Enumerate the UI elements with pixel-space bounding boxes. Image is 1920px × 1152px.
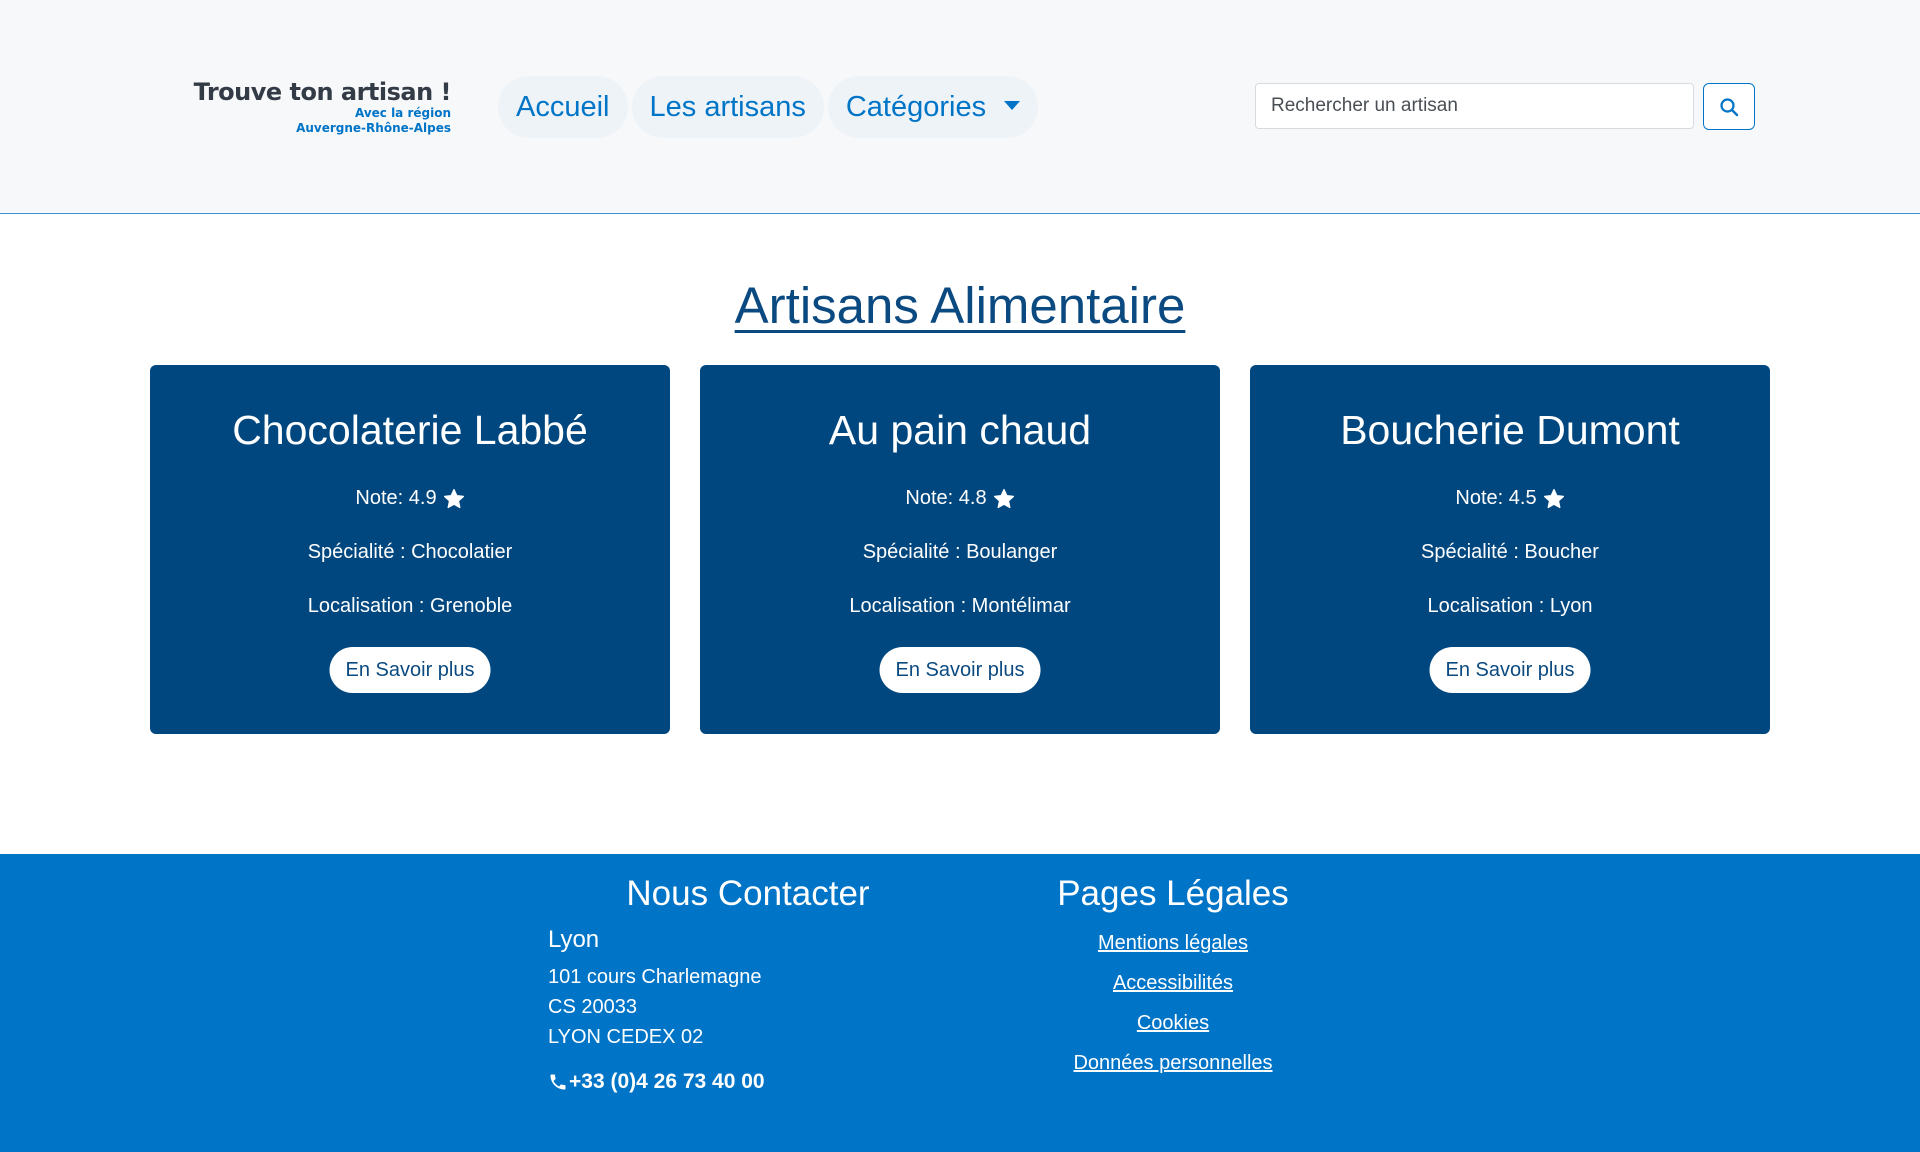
contact-address-line: 101 cours Charlemagne	[548, 966, 762, 988]
nav-item-accueil[interactable]: Accueil	[498, 76, 628, 138]
artisan-rating: Note: 4.8	[700, 487, 1220, 510]
site-header: Trouve ton artisan ! Avec la région Auve…	[0, 0, 1920, 214]
phone-icon	[550, 1074, 566, 1090]
contact-heading: Nous Contacter	[626, 874, 870, 913]
artisan-name: Boucherie Dumont	[1340, 407, 1680, 453]
link-cookies[interactable]: Cookies	[1073, 1012, 1273, 1035]
en-savoir-plus-button[interactable]: En Savoir plus	[1429, 647, 1591, 693]
contact-phone-number: +33 (0)4 26 73 40 00	[569, 1070, 765, 1093]
artisan-note: Note: 4.5	[1455, 487, 1537, 509]
contact-city: Lyon	[548, 926, 600, 953]
artisan-rating: Note: 4.5	[1250, 487, 1770, 510]
link-mentions-legales[interactable]: Mentions légales	[1073, 932, 1273, 955]
nav-item-categories-label: Catégories	[845, 90, 987, 123]
artisan-specialite: Spécialité : Boucher	[1421, 541, 1599, 563]
contact-address-line: LYON CEDEX 02	[548, 1026, 704, 1048]
link-accessibilites[interactable]: Accessibilités	[1073, 972, 1273, 995]
search-button[interactable]	[1703, 83, 1755, 130]
artisan-name: Chocolaterie Labbé	[232, 407, 588, 453]
main-nav: Accueil Les artisans Catégories	[498, 76, 1039, 138]
artisan-card: Boucherie Dumont Note: 4.5 Spécialité : …	[1250, 365, 1770, 734]
artisan-localisation: Localisation : Grenoble	[307, 595, 513, 617]
search-input[interactable]	[1255, 83, 1694, 129]
en-savoir-plus-button[interactable]: En Savoir plus	[329, 647, 491, 693]
logo-title: Trouve ton artisan !	[193, 78, 452, 106]
link-donnees-personnelles[interactable]: Données personnelles	[1073, 1052, 1273, 1075]
artisan-note: Note: 4.9	[355, 487, 437, 509]
artisan-name: Au pain chaud	[828, 407, 1092, 453]
logo-subtitle-line1: Avec la région	[354, 106, 451, 120]
contact-address-line: CS 20033	[548, 996, 637, 1018]
artisan-card: Au pain chaud Note: 4.8 Spécialité : Bou…	[700, 365, 1220, 734]
artisan-specialite: Spécialité : Boulanger	[862, 541, 1058, 563]
page-title: Artisans Alimentaire	[734, 277, 1186, 334]
search-icon	[1720, 97, 1739, 116]
artisan-card: Chocolaterie Labbé Note: 4.9 Spécialité …	[150, 365, 670, 734]
nav-item-categories[interactable]: Catégories	[827, 76, 1039, 138]
artisan-rating: Note: 4.9	[150, 487, 670, 510]
site-logo[interactable]: Trouve ton artisan ! Avec la région Auve…	[193, 78, 452, 136]
artisan-note: Note: 4.8	[905, 487, 987, 509]
star-icon	[1543, 488, 1564, 508]
legal-heading: Pages Légales	[1057, 874, 1289, 913]
logo-subtitle-line2: Auvergne-Rhône-Alpes	[296, 121, 451, 135]
caret-down-icon	[1004, 100, 1021, 110]
en-savoir-plus-button[interactable]: En Savoir plus	[879, 647, 1041, 693]
artisan-localisation: Localisation : Lyon	[1427, 595, 1593, 617]
contact-phone[interactable]: +33 (0)4 26 73 40 00	[548, 1070, 765, 1094]
nav-item-les-artisans[interactable]: Les artisans	[631, 76, 824, 138]
star-icon	[443, 488, 464, 508]
site-footer: Nous Contacter Lyon 101 cours Charlemagn…	[0, 854, 1920, 1152]
star-icon	[993, 488, 1014, 508]
artisan-specialite: Spécialité : Chocolatier	[307, 541, 513, 563]
artisan-localisation: Localisation : Montélimar	[849, 595, 1071, 617]
